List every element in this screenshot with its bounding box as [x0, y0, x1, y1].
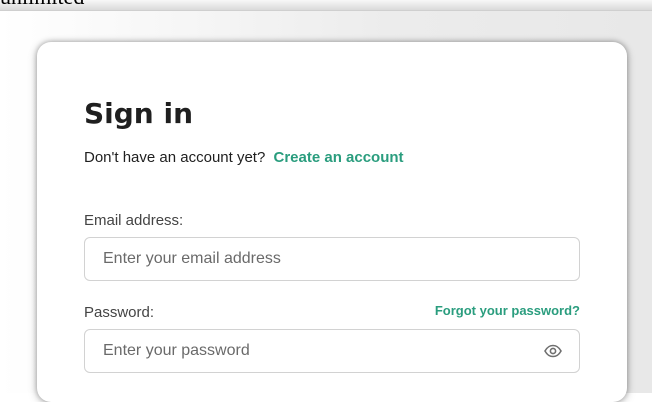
eye-icon[interactable]	[542, 340, 564, 362]
signin-card: Sign in Don't have an account yet? Creat…	[37, 42, 627, 402]
password-label: Password:	[84, 304, 155, 321]
password-field[interactable]	[84, 329, 580, 373]
email-label: Email address:	[84, 212, 184, 229]
no-account-text: Don't have an account yet?	[84, 149, 266, 166]
signup-prompt: Don't have an account yet? Create an acc…	[84, 149, 404, 167]
forgot-password-link[interactable]: Forgot your password?	[435, 303, 580, 319]
background-window-edge: unlimited	[0, 0, 652, 11]
background-text: unlimited	[0, 0, 84, 8]
eye-icon-graphic	[544, 344, 562, 358]
page-title: Sign in	[84, 97, 194, 130]
email-field[interactable]	[84, 237, 580, 281]
create-account-link[interactable]: Create an account	[274, 149, 404, 166]
